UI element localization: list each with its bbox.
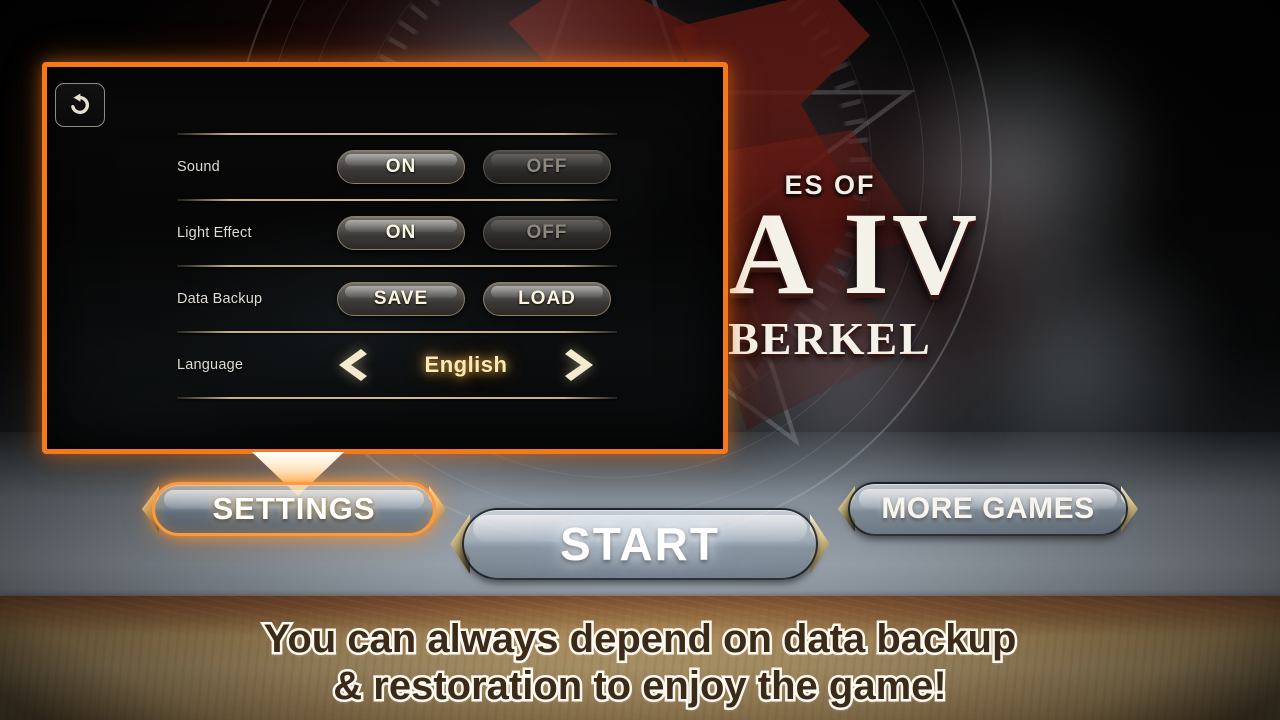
- data-backup-save-button[interactable]: SAVE: [337, 282, 465, 316]
- setting-control-sound: ON OFF: [337, 150, 617, 184]
- restore-arrow-icon: [71, 93, 90, 114]
- sound-off-button[interactable]: OFF: [483, 150, 611, 184]
- setting-control-data-backup: SAVE LOAD: [337, 282, 617, 316]
- settings-button-label: SETTINGS: [212, 491, 376, 526]
- row-separator-bottom: [177, 397, 617, 399]
- setting-control-light-effect: ON OFF: [337, 216, 617, 250]
- tip-caption-line-2: & restoration to enjoy the game!: [331, 662, 949, 711]
- game-main-menu-screen: ES OF IA IV BERKEL Sound ON OFF Light Ef…: [0, 0, 1280, 720]
- data-backup-load-label: LOAD: [518, 288, 576, 309]
- chevron-left-icon: [339, 349, 367, 381]
- setting-control-language: English: [337, 348, 617, 382]
- settings-rows: Sound ON OFF Light Effect ON OFF Data Ba…: [177, 133, 617, 399]
- sound-on-button[interactable]: ON: [337, 150, 465, 184]
- start-button-label: START: [560, 518, 720, 570]
- setting-label-data-backup: Data Backup: [177, 291, 263, 307]
- tip-caption-line-1: You can always depend on data backup: [261, 614, 1019, 663]
- setting-row-language: Language English: [177, 333, 617, 397]
- language-next-button[interactable]: [564, 348, 595, 382]
- data-backup-load-button[interactable]: LOAD: [483, 282, 611, 316]
- settings-panel: Sound ON OFF Light Effect ON OFF Data Ba…: [42, 62, 728, 454]
- data-backup-save-label: SAVE: [373, 288, 429, 309]
- light-effect-on-label: ON: [385, 222, 417, 243]
- restore-defaults-button[interactable]: [55, 83, 105, 127]
- settings-button[interactable]: SETTINGS: [141, 482, 447, 536]
- settings-button-face: SETTINGS: [152, 482, 436, 536]
- setting-row-data-backup: Data Backup SAVE LOAD: [177, 267, 617, 331]
- setting-label-language: Language: [177, 357, 244, 373]
- language-value: English: [424, 352, 508, 377]
- tip-caption: You can always depend on data backup & r…: [0, 614, 1280, 711]
- start-button[interactable]: START: [450, 508, 830, 580]
- more-games-button-label: MORE GAMES: [881, 492, 1095, 525]
- sound-on-label: ON: [385, 156, 417, 177]
- light-effect-on-button[interactable]: ON: [337, 216, 465, 250]
- sound-off-label: OFF: [526, 156, 568, 177]
- language-prev-button[interactable]: [337, 348, 367, 382]
- setting-row-light-effect: Light Effect ON OFF: [177, 201, 617, 265]
- light-effect-off-label: OFF: [526, 222, 568, 243]
- setting-row-sound: Sound ON OFF: [177, 135, 617, 199]
- light-effect-off-button[interactable]: OFF: [483, 216, 611, 250]
- more-games-button-face: MORE GAMES: [848, 482, 1128, 536]
- start-button-face: START: [462, 508, 818, 580]
- chevron-right-icon: [564, 349, 593, 381]
- more-games-button[interactable]: MORE GAMES: [837, 482, 1139, 536]
- setting-label-sound: Sound: [177, 159, 220, 175]
- setting-label-light-effect: Light Effect: [177, 225, 252, 241]
